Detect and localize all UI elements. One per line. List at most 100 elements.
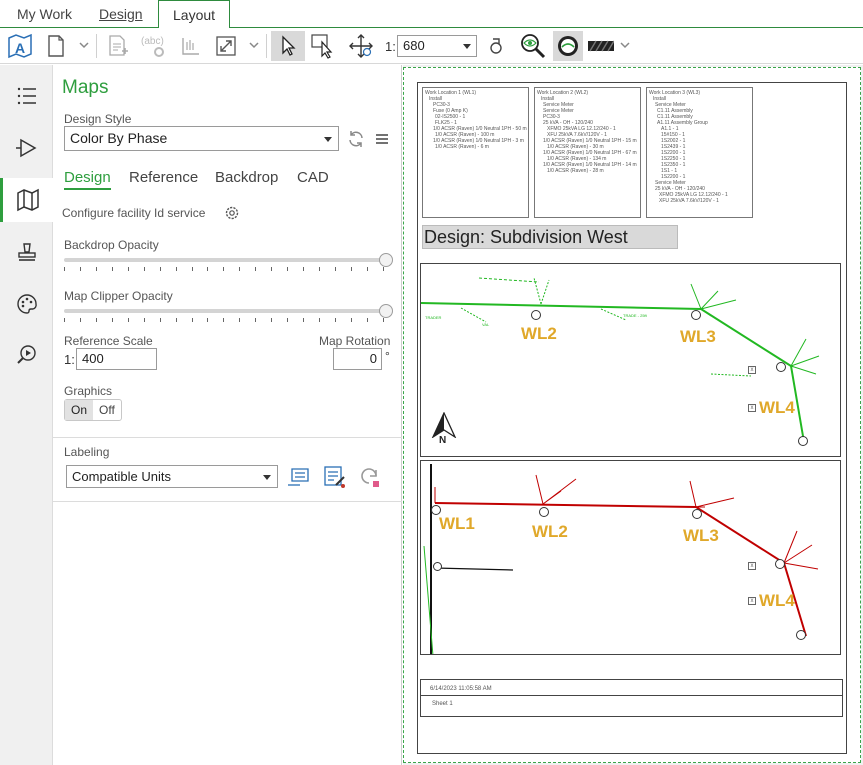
rail-palette-button[interactable] xyxy=(0,282,53,326)
scale-prefix: 1: xyxy=(385,39,396,54)
sheet-footer[interactable]: 6/14/2023 11:05:58 AM Sheet 1 xyxy=(420,679,843,717)
zoom-eye-button[interactable] xyxy=(516,31,550,61)
subtab-reference[interactable]: Reference xyxy=(129,169,198,186)
resize-button[interactable] xyxy=(212,31,240,61)
link-icon xyxy=(490,38,502,54)
new-page-button[interactable] xyxy=(42,31,70,61)
insert-page-icon xyxy=(109,35,128,56)
map-frame-bottom[interactable]: x x WL1 WL2 WL3 WL4 xyxy=(420,460,841,655)
reference-scale-prefix: 1: xyxy=(64,352,75,367)
footer-divider xyxy=(421,695,842,696)
map-rotation-input[interactable]: 0 xyxy=(333,348,382,370)
pan-button[interactable] xyxy=(347,31,375,61)
work-location-label: WL2 xyxy=(521,324,557,343)
work-location-label: WL3 xyxy=(683,526,719,545)
graphics-toggle[interactable]: On Off xyxy=(64,399,122,421)
subtab-backdrop[interactable]: Backdrop xyxy=(215,169,278,186)
map-symbol-box: x xyxy=(748,404,756,412)
select-pointer-button[interactable] xyxy=(271,31,305,61)
toolbar-divider xyxy=(266,34,267,58)
graphics-on-option[interactable]: On xyxy=(65,400,94,420)
hide-button[interactable] xyxy=(553,31,583,61)
tab-design[interactable]: Design xyxy=(89,0,153,28)
resize-icon xyxy=(216,36,236,56)
select-area-button[interactable] xyxy=(309,31,337,61)
work-location-note-2[interactable]: Work Location 2 (WL2) Install Service Me… xyxy=(534,87,641,218)
map-node-marker xyxy=(691,310,701,320)
text-label-icon: (abc) xyxy=(141,36,164,57)
chevron-down-icon xyxy=(263,474,271,480)
label-refresh-button[interactable] xyxy=(359,466,381,493)
map-small-label: TRADER xyxy=(425,315,442,320)
rail-maps-button[interactable] xyxy=(0,178,53,222)
configure-facility-button[interactable] xyxy=(224,205,240,226)
work-location-note-3[interactable]: Work Location 3 (WL3) Install Service Me… xyxy=(646,87,753,218)
list-icon xyxy=(17,87,36,105)
design-title-text[interactable]: Design: Subdivision West xyxy=(422,225,678,249)
subtab-design[interactable]: Design xyxy=(64,169,111,190)
style-menu-button[interactable] xyxy=(374,131,390,152)
refresh-style-button[interactable] xyxy=(347,130,365,153)
design-style-value: Color By Phase xyxy=(70,130,168,146)
map-frame-top[interactable]: TRADER VAL TRADE - 25ft x x WL2 WL3 WL4 xyxy=(420,263,841,457)
map-rotation-unit: ° xyxy=(385,349,390,363)
label-list-icon xyxy=(288,468,309,486)
layout-sheet: Work Location 1 (WL1) Install PC30-3 Fus… xyxy=(417,82,847,754)
design-style-label: Design Style xyxy=(64,112,132,126)
slider-ticks xyxy=(64,318,384,323)
tab-layout[interactable]: Layout xyxy=(158,0,230,29)
map-node-marker xyxy=(775,559,785,569)
work-location-note-1[interactable]: Work Location 1 (WL1) Install PC30-3 Fus… xyxy=(422,87,529,218)
tab-design-label: Design xyxy=(99,6,143,22)
map-node-marker xyxy=(531,310,541,320)
backdrop-opacity-label: Backdrop Opacity xyxy=(64,238,159,252)
subtab-cad[interactable]: CAD xyxy=(297,169,329,186)
label-edit-button[interactable] xyxy=(322,465,346,494)
gear-icon xyxy=(225,206,239,220)
map-layout-button[interactable]: A xyxy=(6,31,34,61)
backdrop-opacity-slider[interactable] xyxy=(64,253,393,273)
hide-icon xyxy=(558,36,578,56)
note-line: 1/0 ACSR (Raven) - 6 m xyxy=(435,144,489,150)
palette-icon xyxy=(16,294,37,314)
insert-page-button[interactable] xyxy=(104,31,132,61)
chevron-down-icon[interactable] xyxy=(78,38,90,52)
slider-thumb[interactable] xyxy=(379,253,393,267)
reference-scale-label: Reference Scale xyxy=(64,334,153,348)
map-small-label: VAL xyxy=(482,322,490,327)
reference-scale-input[interactable]: 400 xyxy=(76,348,157,370)
zoom-eye-icon xyxy=(521,34,546,59)
link-button[interactable] xyxy=(482,31,510,61)
design-style-select[interactable]: Color By Phase xyxy=(64,126,339,151)
map-scale-select[interactable]: 680 xyxy=(397,35,477,57)
hatch-button[interactable] xyxy=(586,31,616,61)
maps-panel: Maps Design Style Color By Phase Design … xyxy=(53,65,402,765)
chevron-down-icon[interactable] xyxy=(619,38,631,52)
work-location-label: WL1 xyxy=(439,514,475,533)
rail-stamp-button[interactable] xyxy=(0,230,53,274)
new-page-icon xyxy=(48,35,64,57)
chevron-down-icon[interactable] xyxy=(248,38,260,52)
work-location-label: WL2 xyxy=(532,522,568,541)
slider-track xyxy=(64,258,390,262)
map-node-marker xyxy=(539,507,549,517)
select-pointer-icon xyxy=(282,35,296,56)
slider-ticks xyxy=(64,267,384,272)
tab-my-work[interactable]: My Work xyxy=(7,0,82,28)
labeling-select[interactable]: Compatible Units xyxy=(66,465,278,488)
graphics-off-option[interactable]: Off xyxy=(93,400,121,420)
map-small-label: TRADE - 25ft xyxy=(623,313,647,318)
note-line: 1/0 ACSR (Raven) - 28 m xyxy=(547,168,604,174)
label-list-button[interactable] xyxy=(286,465,310,492)
layout-toolbar: A (abc) 1: 680 xyxy=(0,28,863,64)
rail-search-play-button[interactable] xyxy=(0,332,53,376)
graphics-label: Graphics xyxy=(64,384,113,398)
text-label-button[interactable]: (abc) xyxy=(140,31,168,61)
rail-play-button[interactable] xyxy=(0,126,53,170)
layout-canvas[interactable]: Work Location 1 (WL1) Install PC30-3 Fus… xyxy=(403,65,863,765)
rail-list-button[interactable] xyxy=(0,74,53,118)
map-clipper-opacity-slider[interactable] xyxy=(64,304,393,324)
configure-facility-label: Configure facility Id service xyxy=(62,206,206,220)
measure-button[interactable] xyxy=(177,31,205,61)
slider-thumb[interactable] xyxy=(379,304,393,318)
